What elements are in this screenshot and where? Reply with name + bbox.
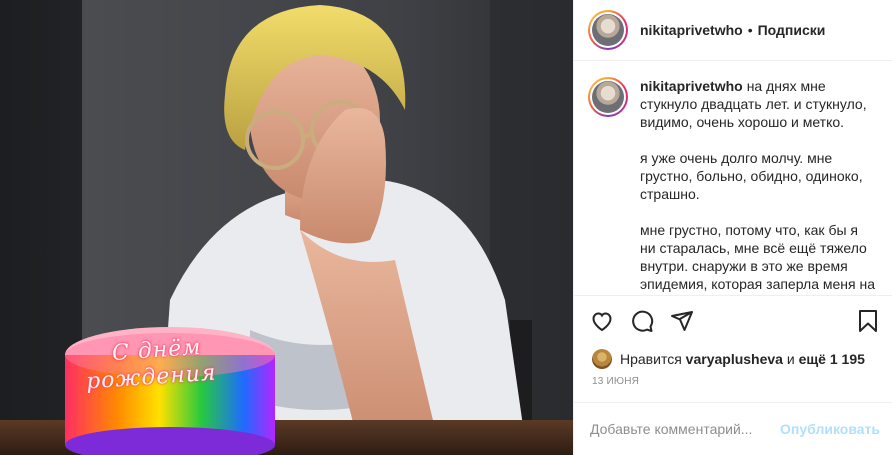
add-comment-form: Опубликовать	[574, 402, 892, 455]
liker-avatar[interactable]	[592, 349, 612, 369]
caption-author-avatar[interactable]	[588, 77, 628, 117]
liker-username-link[interactable]: varyaplusheva	[686, 351, 783, 367]
comment-icon[interactable]	[626, 301, 666, 341]
bookmark-icon[interactable]	[852, 301, 880, 341]
following-button[interactable]: Подписки	[758, 22, 826, 38]
action-bar	[574, 296, 892, 346]
post-photo[interactable]: С днём рождения	[0, 0, 573, 455]
author-username-link[interactable]: nikitaprivetwho	[640, 22, 743, 38]
caption-paragraph-1: nikitaprivetwho на днях мне стукнуло двад…	[640, 78, 867, 130]
post-sidebar: nikitaprivetwho • Подписки nikitaprivetw…	[573, 0, 892, 455]
caption-paragraph-3: мне грустно, потому что, как бы я ни ста…	[640, 222, 876, 296]
comments-divider	[574, 295, 892, 296]
author-avatar[interactable]	[588, 10, 628, 50]
likes-summary: Нравится varyaplusheva и ещё 1 195	[574, 346, 892, 372]
caption-avatar-image	[592, 81, 624, 113]
post-caption: nikitaprivetwho на днях мне стукнуло двад…	[640, 77, 876, 296]
comments-area[interactable]: nikitaprivetwho на днях мне стукнуло двад…	[574, 61, 892, 296]
caption-paragraph-2: я уже очень долго молчу. мне грустно, бо…	[640, 150, 863, 202]
comment-input[interactable]	[590, 421, 781, 437]
instagram-post: С днём рождения nikitaprivetwho • Подпис…	[0, 0, 892, 455]
caption-username-link[interactable]: nikitaprivetwho	[640, 78, 743, 94]
header-text: nikitaprivetwho • Подписки	[640, 22, 825, 38]
post-header: nikitaprivetwho • Подписки	[574, 0, 892, 61]
share-icon[interactable]	[666, 301, 706, 341]
publish-button[interactable]: Опубликовать	[780, 421, 880, 437]
heart-icon[interactable]	[586, 301, 626, 341]
separator-dot: •	[747, 22, 753, 38]
post-date[interactable]: 13 июня	[574, 372, 892, 402]
author-avatar-image	[592, 14, 624, 46]
likes-count-link[interactable]: ещё 1 195	[799, 351, 865, 367]
